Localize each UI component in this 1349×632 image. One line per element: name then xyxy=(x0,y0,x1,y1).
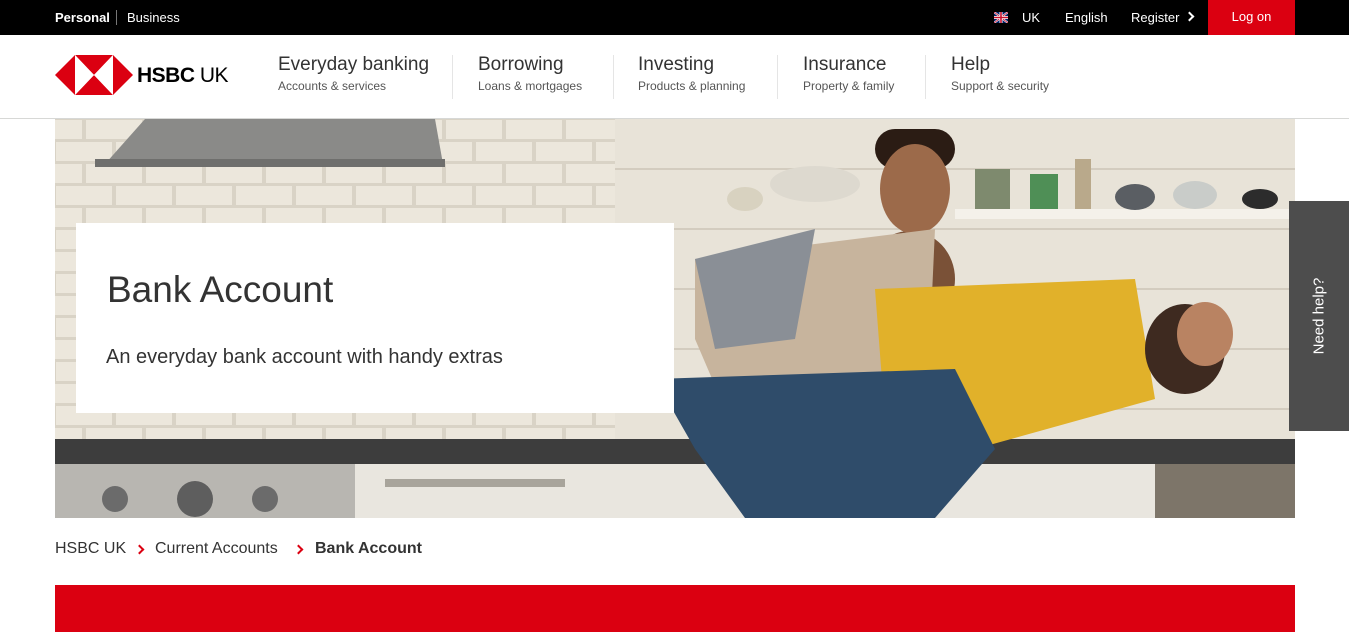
chevron-right-icon xyxy=(134,544,145,555)
hero-banner: Bank Account An everyday bank account wi… xyxy=(55,119,1295,518)
nav-divider xyxy=(613,55,614,99)
language-selector[interactable]: English xyxy=(1065,0,1108,35)
top-utility-bar: Personal Business UK English Register Lo… xyxy=(0,0,1349,35)
need-help-label: Need help? xyxy=(1310,277,1328,355)
nav-insurance[interactable]: Insurance Property & family xyxy=(803,54,894,104)
nav-divider xyxy=(777,55,778,99)
nav-everyday-banking[interactable]: Everyday banking Accounts & services xyxy=(278,54,429,104)
hsbc-hexagon-icon xyxy=(55,55,133,95)
breadcrumb-item-current-accounts[interactable]: Current Accounts xyxy=(155,540,278,558)
nav-title: Help xyxy=(951,54,991,75)
log-on-button[interactable]: Log on xyxy=(1208,0,1295,35)
nav-title: Borrowing xyxy=(478,54,564,75)
nav-subtitle: Loans & mortgages xyxy=(478,79,583,93)
nav-borrowing[interactable]: Borrowing Loans & mortgages xyxy=(478,54,582,104)
nav-divider xyxy=(925,55,926,99)
nav-title: Insurance xyxy=(803,54,887,75)
breadcrumb-item-hsbc-uk[interactable]: HSBC UK xyxy=(55,540,126,558)
nav-investing[interactable]: Investing Products & planning xyxy=(638,54,745,104)
segment-divider xyxy=(116,10,117,25)
nav-title: Investing xyxy=(638,54,715,75)
nav-divider xyxy=(452,55,453,99)
hero-text-card: Bank Account An everyday bank account wi… xyxy=(76,223,674,413)
nav-subtitle: Accounts & services xyxy=(278,79,387,93)
chevron-right-icon xyxy=(1184,11,1195,22)
page-title: Bank Account xyxy=(107,269,334,310)
need-help-tab[interactable]: Need help? xyxy=(1289,201,1349,431)
main-header: HSBC UK Everyday banking Accounts & serv… xyxy=(0,35,1349,119)
page-subtitle: An everyday bank account with handy extr… xyxy=(106,346,503,368)
chevron-right-icon xyxy=(293,544,304,555)
personal-tab[interactable]: Personal xyxy=(55,0,110,35)
uk-flag-icon xyxy=(994,12,1008,23)
nav-subtitle: Support & security xyxy=(951,79,1050,93)
business-tab[interactable]: Business xyxy=(127,0,180,35)
nav-title: Everyday banking xyxy=(278,54,430,75)
hsbc-logo[interactable]: HSBC UK xyxy=(55,55,235,95)
logo-wordmark: HSBC UK xyxy=(137,64,229,87)
nav-help[interactable]: Help Support & security xyxy=(951,54,1049,104)
nav-subtitle: Property & family xyxy=(803,79,895,93)
register-link[interactable]: Register xyxy=(1131,0,1179,35)
nav-subtitle: Products & planning xyxy=(638,79,746,93)
region-selector[interactable]: UK xyxy=(1022,0,1040,35)
red-content-band xyxy=(55,585,1295,632)
breadcrumb-item-bank-account: Bank Account xyxy=(315,540,422,557)
